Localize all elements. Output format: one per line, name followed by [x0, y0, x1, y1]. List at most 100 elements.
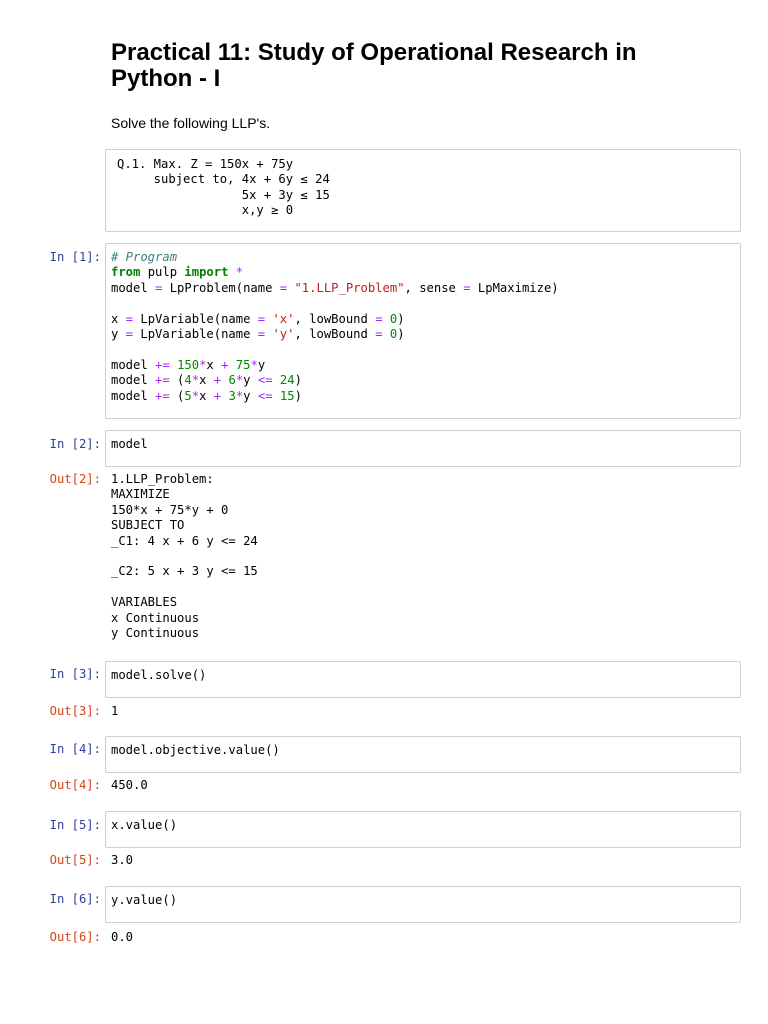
page-title: Practical 11: Study of Operational Resea…	[111, 39, 637, 92]
code-token: 15	[279, 388, 295, 403]
code-cell[interactable]: model.solve()	[105, 661, 741, 698]
code-line: x.value()	[111, 818, 177, 833]
code-token: LpProblem(name	[162, 280, 280, 295]
code-cell[interactable]: y.value()	[105, 886, 741, 923]
code-token: y	[257, 357, 266, 372]
code-token: 'y'	[272, 327, 295, 342]
cell-output: 450.0	[111, 778, 148, 792]
code-token: <=	[257, 388, 273, 403]
code-token: =	[375, 327, 383, 342]
code-line: model	[111, 437, 148, 452]
code-token: x	[199, 388, 214, 403]
code-token: LpMaximize)	[470, 280, 559, 295]
code-token: )	[397, 327, 405, 342]
code-cell[interactable]: # Program from pulp import * model = LpPro…	[105, 243, 741, 419]
code-token: =	[463, 280, 471, 295]
code-token: )	[294, 388, 302, 403]
code-line: model = LpProblem(name = "1.LLP_Problem"…	[111, 281, 559, 296]
code-line: y = LpVariable(name = 'y', lowBound = 0)	[111, 327, 559, 342]
code-token: )	[294, 373, 302, 388]
code-token: , lowBound	[294, 327, 376, 342]
out-prompt: Out[2]:	[49, 472, 101, 486]
code-token: 'x'	[272, 311, 295, 326]
code-line: model.objective.value()	[111, 743, 280, 758]
in-prompt: In [2]:	[49, 437, 101, 451]
code-token: 24	[279, 373, 295, 388]
code-line: model += (5*x + 3*y <= 15)	[111, 389, 559, 404]
code-token: model	[111, 437, 148, 451]
code-token: y.value()	[111, 893, 178, 907]
cell-output: 0.0	[111, 930, 134, 944]
in-prompt: In [6]:	[49, 892, 101, 906]
code-line: x = LpVariable(name = 'x', lowBound = 0)	[111, 312, 559, 327]
code-token: =	[125, 311, 134, 326]
code-token: model	[111, 373, 156, 388]
code-token: pulp	[140, 265, 185, 280]
code-token: *	[250, 357, 258, 372]
code-input[interactable]: model.objective.value()	[111, 743, 280, 758]
cell-output: 3.0	[111, 853, 134, 867]
code-token: model	[111, 388, 156, 403]
code-token: model	[111, 280, 156, 295]
code-line: # Program	[111, 250, 559, 265]
code-token: from	[111, 265, 141, 280]
code-token: (	[169, 373, 185, 388]
code-cell[interactable]: model.objective.value()	[105, 736, 741, 773]
code-token: model.objective.value()	[111, 743, 280, 757]
code-token: x.value()	[111, 818, 178, 832]
in-prompt: In [5]:	[49, 818, 101, 832]
code-line: model += (4*x + 6*y <= 24)	[111, 373, 559, 388]
code-token: 75	[235, 357, 251, 372]
code-token: , sense	[404, 280, 464, 295]
code-token: +=	[155, 357, 170, 372]
code-line: model += 150*x + 75*y	[111, 358, 559, 373]
code-input[interactable]: y.value()	[111, 893, 177, 908]
code-line: from pulp import *	[111, 265, 559, 280]
markdown-cell-question[interactable]: Q.1. Max. Z = 150x + 75y subject to, 4x …	[105, 149, 741, 232]
code-token: , lowBound	[294, 311, 376, 326]
out-prompt: Out[5]:	[49, 853, 101, 867]
code-input[interactable]: model.solve()	[111, 668, 206, 683]
code-token: LpVariable(name	[133, 311, 258, 326]
question-text: Q.1. Max. Z = 150x + 75y subject to, 4x …	[117, 157, 330, 218]
code-cell[interactable]: model	[105, 430, 741, 467]
in-prompt: In [4]:	[49, 742, 101, 756]
code-cell[interactable]: x.value()	[105, 811, 741, 848]
code-token: x	[199, 373, 214, 388]
code-token: # Program	[111, 250, 178, 264]
code-token: 150	[177, 357, 200, 372]
code-line: model.solve()	[111, 668, 206, 683]
code-token: *	[191, 388, 200, 403]
code-token: model	[111, 357, 156, 372]
code-token: "1.LLP_Problem"	[294, 280, 405, 295]
intro-text: Solve the following LLP's.	[111, 115, 271, 131]
code-token: model.solve()	[111, 668, 207, 682]
code-token: 4	[184, 373, 192, 388]
code-token: 6	[228, 373, 236, 388]
code-token: <=	[257, 373, 273, 388]
code-token: =	[375, 311, 383, 326]
out-prompt: Out[6]:	[49, 930, 101, 944]
code-token: y	[243, 373, 258, 388]
code-token: +=	[155, 388, 170, 403]
cell-output: 1.LLP_Problem: MAXIMIZE 150*x + 75*y + 0…	[111, 472, 258, 641]
code-input[interactable]: x.value()	[111, 818, 177, 833]
code-token: (	[169, 388, 185, 403]
code-token: y	[111, 327, 126, 342]
code-token: 5	[184, 388, 192, 403]
in-prompt: In [3]:	[49, 667, 101, 681]
out-prompt: Out[4]:	[49, 778, 101, 792]
code-token: y	[243, 388, 258, 403]
code-input[interactable]: model	[111, 437, 148, 452]
code-input[interactable]: # Program from pulp import * model = LpPro…	[111, 250, 559, 404]
code-token: +=	[155, 373, 170, 388]
code-token: *	[235, 265, 244, 280]
